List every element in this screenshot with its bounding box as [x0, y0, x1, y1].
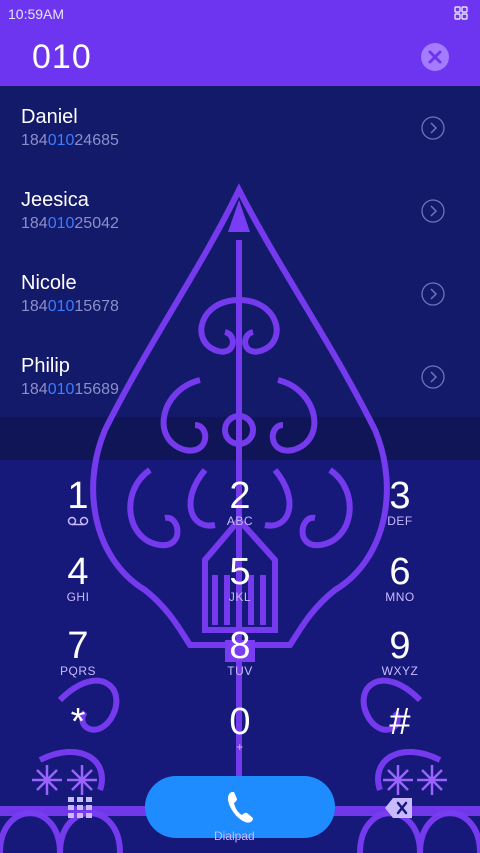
- key-digit: 8: [229, 625, 251, 667]
- key-2[interactable]: 2 ABC: [180, 476, 300, 546]
- chevron-right-icon[interactable]: [421, 282, 445, 306]
- contact-name: Nicole: [21, 272, 77, 294]
- contact-number: 18401025042: [21, 215, 119, 232]
- dialpad-icon[interactable]: [66, 796, 94, 820]
- dial-input[interactable]: 010: [32, 38, 92, 77]
- key-digit: 7: [67, 625, 89, 667]
- backspace-icon[interactable]: [384, 796, 414, 820]
- contact-row[interactable]: Jeesica 18401025042: [0, 169, 480, 252]
- contact-row[interactable]: Daniel 18401024685: [0, 86, 480, 169]
- contact-number: 18401015689: [21, 381, 119, 398]
- key-8[interactable]: 8 TUV: [180, 626, 300, 696]
- dialpad-label: Dialpad: [214, 829, 255, 843]
- key-1[interactable]: 1: [18, 476, 138, 546]
- status-time: 10:59AM: [8, 6, 65, 22]
- key-digit: 4: [67, 551, 89, 593]
- key-letters: MNO: [385, 590, 415, 604]
- key-digit: 2: [229, 475, 251, 517]
- key-0[interactable]: 0 +: [180, 702, 300, 772]
- key-digit: 3: [389, 475, 411, 517]
- key-digit: #: [389, 701, 411, 743]
- key-digit: 0: [229, 701, 251, 743]
- key-letters: TUV: [227, 664, 253, 678]
- contact-number: 18401024685: [21, 132, 119, 149]
- grid-icon: [454, 6, 468, 20]
- key-hash[interactable]: #: [340, 702, 460, 772]
- key-letters: DEF: [387, 514, 413, 528]
- key-letters: WXYZ: [381, 664, 419, 678]
- key-5[interactable]: 5 JKL: [180, 552, 300, 622]
- key-7[interactable]: 7 PQRS: [18, 626, 138, 696]
- key-letters: +: [236, 740, 244, 754]
- key-9[interactable]: 9 WXYZ: [340, 626, 460, 696]
- key-digit: 5: [229, 551, 251, 593]
- contact-number: 18401015678: [21, 298, 119, 315]
- dial-header: 010: [0, 30, 480, 86]
- contact-row[interactable]: Nicole 18401015678: [0, 252, 480, 335]
- contact-name: Daniel: [21, 106, 78, 128]
- divider-band: [0, 417, 480, 460]
- key-letters: ABC: [226, 514, 254, 528]
- chevron-right-icon[interactable]: [421, 116, 445, 140]
- key-digit: 6: [389, 551, 411, 593]
- key-letters: PQRS: [59, 664, 96, 678]
- clear-icon: [428, 50, 442, 64]
- key-letters: JKL: [228, 590, 252, 604]
- key-digit: 1: [67, 475, 89, 517]
- key-letters: GHI: [66, 590, 90, 604]
- status-bar: 10:59AM: [0, 0, 480, 30]
- key-digit: 9: [389, 625, 411, 667]
- key-3[interactable]: 3 DEF: [340, 476, 460, 546]
- key-6[interactable]: 6 MNO: [340, 552, 460, 622]
- contact-name: Philip: [21, 355, 70, 377]
- contact-results: Daniel 18401024685 Jeesica 18401025042 N…: [0, 86, 480, 417]
- voicemail-icon: [67, 516, 89, 526]
- key-4[interactable]: 4 GHI: [18, 552, 138, 622]
- contact-name: Jeesica: [21, 189, 89, 211]
- contact-row[interactable]: Philip 18401015689: [0, 335, 480, 418]
- chevron-right-icon[interactable]: [421, 365, 445, 389]
- chevron-right-icon[interactable]: [421, 199, 445, 223]
- phone-icon: [228, 792, 253, 823]
- key-star[interactable]: *: [18, 702, 138, 772]
- key-digit: *: [70, 701, 86, 743]
- clear-button[interactable]: [421, 43, 449, 71]
